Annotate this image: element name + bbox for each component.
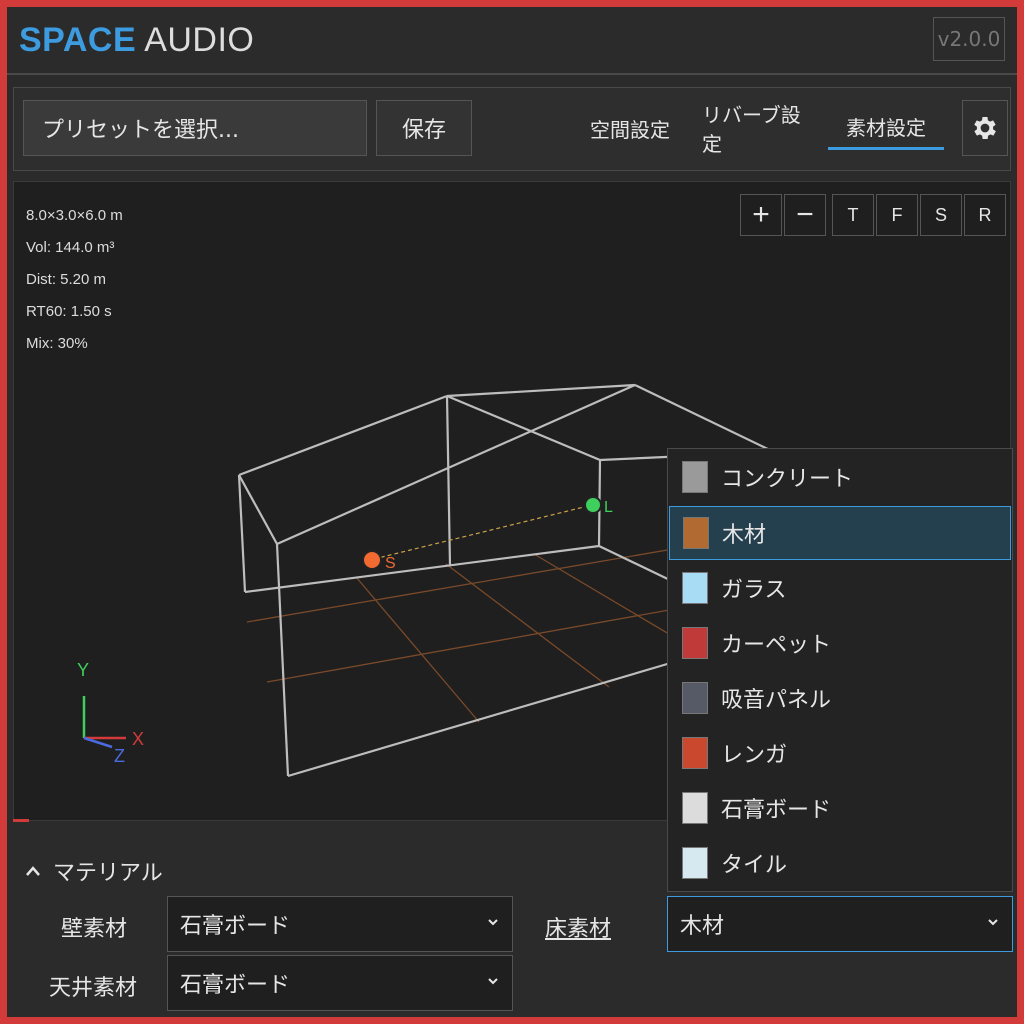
- brand-word-audio: AUDIO: [144, 21, 255, 59]
- sound-source-marker: [362, 550, 382, 570]
- settings-button[interactable]: [962, 100, 1008, 156]
- title-bar: SPACE AUDIO v2.0.0: [7, 7, 1017, 75]
- swatch-brick: [682, 737, 708, 769]
- material-section-toggle[interactable]: マテリアル: [25, 855, 163, 887]
- menu-item-label: レンガ: [721, 743, 788, 768]
- swatch-carpet: [682, 627, 708, 659]
- menu-item-label: 木材: [722, 523, 767, 548]
- gear-icon: [974, 117, 996, 139]
- toolbar: プリセットを選択... 保存 空間設定 リバーブ設定 素材設定: [13, 87, 1011, 171]
- menu-item-glass[interactable]: ガラス: [669, 561, 1011, 615]
- menu-item-wood[interactable]: 木材: [669, 506, 1011, 560]
- ceiling-material-select[interactable]: 石膏ボード: [167, 955, 513, 1011]
- tab-space-settings[interactable]: 空間設定: [582, 106, 678, 150]
- material-section-title: マテリアル: [53, 861, 163, 886]
- swatch-wood: [683, 517, 709, 549]
- chevron-up-icon: [26, 866, 40, 876]
- chevron-down-icon: [488, 978, 498, 985]
- floor-material-label[interactable]: 床素材: [545, 911, 627, 943]
- listener-label: L: [604, 499, 613, 516]
- save-button[interactable]: 保存: [376, 100, 472, 156]
- menu-item-carpet[interactable]: カーペット: [669, 616, 1011, 670]
- version-badge: v2.0.0: [933, 17, 1005, 61]
- floor-grid: [246, 541, 715, 723]
- ceiling-material-value: 石膏ボード: [180, 973, 291, 998]
- axis-gizmo: Y X Z: [77, 660, 144, 766]
- wall-material-label: 壁素材: [60, 917, 127, 942]
- menu-item-brick[interactable]: レンガ: [669, 726, 1011, 780]
- viewport-corner-marker: [13, 819, 29, 822]
- floor-material-dropdown: コンクリート 木材 ガラス カーペット 吸音パネル レンガ 石膏ボード タイル: [667, 448, 1013, 892]
- swatch-gypsum-board: [682, 792, 708, 824]
- brand-logo: SPACE AUDIO: [19, 21, 254, 60]
- axis-x-label: X: [132, 729, 144, 749]
- swatch-glass: [682, 572, 708, 604]
- menu-item-concrete[interactable]: コンクリート: [669, 450, 1011, 504]
- tab-reverb-settings[interactable]: リバーブ設定: [702, 103, 818, 156]
- wall-material-select[interactable]: 石膏ボード: [167, 896, 513, 952]
- swatch-tile: [682, 847, 708, 879]
- menu-item-label: ガラス: [721, 578, 787, 603]
- menu-item-gypsum-board[interactable]: 石膏ボード: [669, 781, 1011, 835]
- chevron-down-icon: [988, 919, 998, 926]
- preset-select[interactable]: プリセットを選択...: [23, 100, 367, 156]
- app-window: SPACE AUDIO v2.0.0 プリセットを選択... 保存 空間設定 リ…: [7, 7, 1017, 1017]
- swatch-concrete: [682, 461, 708, 493]
- brand-word-space: SPACE: [19, 21, 137, 59]
- chevron-down-icon: [488, 919, 498, 926]
- menu-item-label: 石膏ボード: [721, 798, 832, 823]
- tab-material-settings[interactable]: 素材設定: [828, 106, 944, 150]
- menu-item-label: コンクリート: [721, 467, 854, 492]
- ceiling-material-label: 天井素材: [48, 976, 137, 1001]
- menu-item-label: 吸音パネル: [721, 688, 832, 713]
- menu-item-acoustic-panel[interactable]: 吸音パネル: [669, 671, 1011, 725]
- listener-marker: [584, 496, 602, 514]
- axis-z-label: Z: [114, 746, 125, 766]
- swatch-acoustic-panel: [682, 682, 708, 714]
- menu-item-label: カーペット: [721, 633, 832, 658]
- wall-material-value: 石膏ボード: [180, 914, 291, 939]
- menu-item-tile[interactable]: タイル: [669, 836, 1011, 890]
- floor-material-value: 木材: [680, 914, 725, 939]
- floor-material-select[interactable]: 木材: [667, 896, 1013, 952]
- menu-item-label: タイル: [721, 853, 788, 878]
- source-label: S: [385, 555, 396, 572]
- axis-y-label: Y: [77, 660, 89, 680]
